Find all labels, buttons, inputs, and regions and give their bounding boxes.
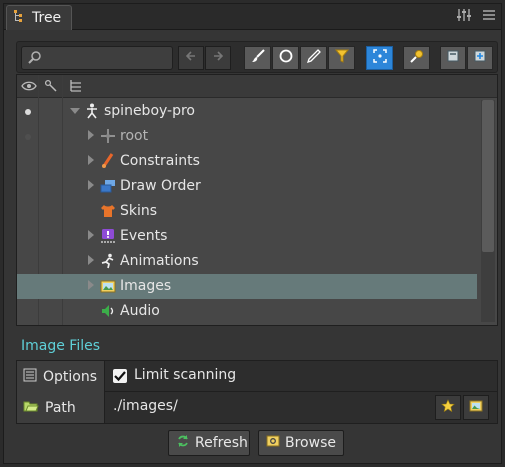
pencil-button[interactable]	[300, 46, 327, 70]
visibility-dot[interactable]	[25, 134, 31, 140]
eye-icon[interactable]	[21, 79, 37, 97]
tree-row-skins[interactable]: Skins	[17, 199, 477, 224]
expand-icon	[473, 49, 487, 67]
tree-row-label: Draw Order	[120, 178, 201, 194]
tree-icon	[13, 9, 27, 27]
tree-row-label: Audio	[120, 303, 160, 319]
expand-arrow-icon[interactable]	[88, 230, 94, 240]
collapse-button[interactable]	[440, 46, 466, 70]
tree-row-label: Images	[120, 278, 172, 294]
options-label: Options	[43, 368, 98, 385]
constraint-icon	[100, 153, 116, 169]
tree-row-animations[interactable]: Animations	[17, 249, 477, 274]
refresh-icon	[176, 434, 190, 452]
favorite-button[interactable]	[435, 395, 461, 420]
search-icon	[27, 50, 43, 70]
tree-row-images[interactable]: Images	[17, 274, 477, 299]
properties-table: Options Limit scanning Path ./images/	[16, 360, 498, 424]
tree-row-label: Events	[120, 228, 168, 244]
settings-sliders-icon[interactable]	[457, 9, 471, 25]
options-row: Options Limit scanning	[17, 361, 497, 392]
skin-icon	[100, 203, 116, 219]
menu-icon[interactable]	[483, 9, 495, 25]
browse-icon	[266, 434, 280, 452]
focus-button[interactable]	[366, 46, 393, 70]
expand-arrow-icon[interactable]	[88, 280, 94, 290]
images-icon	[100, 278, 116, 294]
path-key: Path	[17, 392, 105, 423]
forward-icon	[212, 50, 224, 66]
search-input[interactable]	[21, 46, 173, 70]
expand-arrow-icon[interactable]	[88, 130, 94, 140]
open-folder-icon	[469, 399, 483, 417]
tree-row-constraints[interactable]: Constraints	[17, 149, 477, 174]
options-key: Options	[17, 361, 105, 392]
filter-icon	[334, 49, 349, 67]
forward-button[interactable]	[205, 46, 231, 70]
tree-row-root[interactable]: root	[17, 124, 477, 149]
collapse-icon	[446, 49, 460, 67]
brush-button[interactable]	[244, 46, 271, 70]
back-icon	[185, 50, 197, 66]
visibility-dot[interactable]	[25, 109, 31, 115]
browse-button[interactable]: Browse	[258, 430, 344, 456]
tree-row-draw-order[interactable]: Draw Order	[17, 174, 477, 199]
circle-icon	[279, 49, 293, 67]
event-icon	[100, 228, 116, 244]
pin-icon	[409, 49, 424, 67]
tree-panel: Tree spineboy-pro root Constraints Draw …	[3, 3, 502, 464]
tree-row-label: Constraints	[120, 153, 200, 169]
filter-button[interactable]	[328, 46, 355, 70]
audio-icon	[100, 303, 116, 319]
refresh-button[interactable]: Refresh	[168, 430, 250, 456]
limit-scanning-checkbox[interactable]	[113, 369, 127, 383]
tree-row-spineboy-pro[interactable]: spineboy-pro	[17, 99, 477, 124]
browse-label: Browse	[285, 435, 336, 451]
scrollbar-thumb[interactable]	[482, 100, 494, 252]
tree-row-label: root	[120, 128, 149, 144]
folder-icon	[23, 399, 39, 417]
browse-folder-button[interactable]	[463, 395, 489, 420]
expand-button[interactable]	[467, 46, 493, 70]
tree-row-label: Animations	[120, 253, 199, 269]
tab-title: Tree	[32, 10, 62, 26]
back-button[interactable]	[178, 46, 204, 70]
tree-row-label: spineboy-pro	[104, 103, 195, 119]
path-label: Path	[45, 399, 76, 416]
tree-view: spineboy-pro root Constraints Draw Order…	[16, 74, 498, 326]
bone-key-icon[interactable]	[44, 79, 58, 97]
animation-icon	[100, 253, 116, 269]
tree-scrollbar[interactable]	[481, 100, 495, 322]
skeleton-icon	[84, 103, 100, 119]
tree-row-events[interactable]: Events	[17, 224, 477, 249]
refresh-label: Refresh	[195, 435, 248, 451]
circle-button[interactable]	[272, 46, 299, 70]
hierarchy-icon[interactable]	[69, 79, 83, 97]
path-row: Path ./images/	[17, 392, 497, 423]
tab-tree[interactable]: Tree	[6, 5, 72, 30]
panel-titlebar: Tree	[4, 4, 501, 30]
star-icon	[441, 398, 455, 417]
tree-row-label: Skins	[120, 203, 158, 219]
expand-arrow-icon[interactable]	[70, 108, 80, 114]
pencil-icon	[306, 49, 321, 67]
tree-row-audio[interactable]: Audio	[17, 299, 477, 324]
brush-icon	[251, 49, 265, 67]
path-value[interactable]: ./images/	[113, 398, 178, 414]
list-icon	[23, 368, 37, 386]
draw-order-icon	[100, 178, 116, 194]
bone-icon	[100, 128, 116, 144]
limit-scanning-label: Limit scanning	[134, 367, 237, 383]
focus-icon	[372, 49, 387, 67]
tree-toolbar	[16, 41, 498, 73]
expand-arrow-icon[interactable]	[88, 255, 94, 265]
expand-arrow-icon[interactable]	[88, 180, 94, 190]
tree-header	[17, 75, 497, 98]
expand-arrow-icon[interactable]	[88, 155, 94, 165]
pin-button[interactable]	[403, 46, 430, 70]
section-title: Image Files	[21, 338, 101, 354]
